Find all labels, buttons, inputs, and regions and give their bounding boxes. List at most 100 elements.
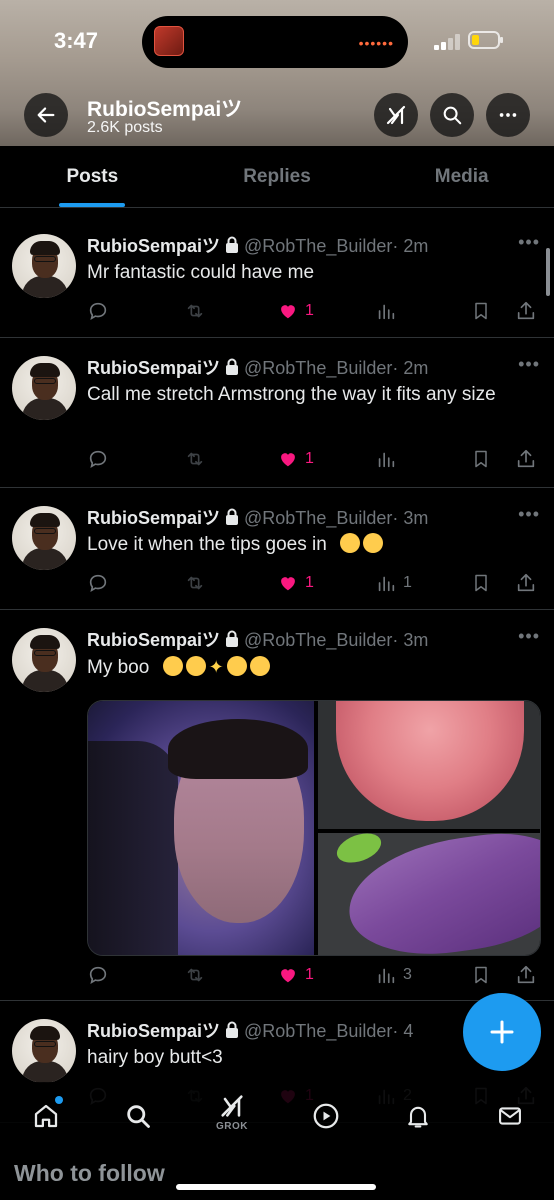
post-text: Mr fantastic could have me: [87, 262, 315, 283]
bottom-nav: GROK: [0, 1082, 554, 1152]
heart-icon: [281, 453, 295, 467]
avatar[interactable]: [12, 506, 76, 570]
bookmark-button[interactable]: [471, 962, 491, 988]
grok-icon: [386, 105, 406, 125]
nav-search[interactable]: [118, 1096, 158, 1136]
nav-messages[interactable]: [490, 1096, 530, 1136]
post[interactable]: RubioSempaiツ @RobThe_Builder· 3m ••• Love…: [0, 488, 554, 610]
search-icon: [127, 1105, 150, 1128]
author-name[interactable]: RubioSempaiツ: [87, 630, 220, 650]
author-handle[interactable]: @RobThe_Builder: [244, 508, 392, 528]
reply-button[interactable]: [87, 446, 109, 472]
audio-indicator: ••••••: [358, 35, 394, 51]
repost-button[interactable]: [183, 962, 207, 988]
lock-icon: [226, 508, 239, 525]
view-count: 1: [403, 574, 412, 591]
author-handle[interactable]: @RobThe_Builder: [244, 236, 392, 256]
post-time: · 3m: [392, 508, 429, 528]
like-count: 1: [305, 302, 314, 319]
author-name[interactable]: RubioSempaiツ: [87, 1021, 220, 1041]
reply-button[interactable]: [87, 298, 109, 324]
weary-face-emoji: [340, 533, 361, 553]
post[interactable]: RubioSempaiツ @RobThe_Builder· 3m ••• My b…: [0, 610, 554, 1001]
home-indicator[interactable]: [176, 1184, 376, 1190]
post-text: Love it when the tips goes in: [87, 534, 327, 555]
reply-icon: [89, 450, 107, 469]
post-more-icon[interactable]: •••: [518, 232, 540, 253]
repost-icon: [187, 576, 203, 590]
lock-icon: [226, 630, 239, 647]
reply-button[interactable]: [87, 962, 109, 988]
repost-icon: [187, 968, 203, 982]
author-handle[interactable]: @RobThe_Builder: [244, 630, 392, 650]
grok-button[interactable]: [374, 93, 418, 137]
bookmark-button[interactable]: [471, 298, 491, 324]
avatar[interactable]: [12, 356, 76, 420]
tab-posts[interactable]: Posts: [0, 146, 185, 207]
tab-replies[interactable]: Replies: [185, 146, 370, 207]
views-button[interactable]: [375, 446, 403, 472]
post-text: Call me stretch Armstrong the way it fit…: [87, 384, 496, 405]
views-button[interactable]: 3: [375, 962, 412, 988]
reply-button[interactable]: [87, 570, 109, 596]
eggplant-emoji-image[interactable]: [318, 824, 540, 955]
repost-button[interactable]: [183, 570, 207, 596]
like-count: 1: [305, 574, 314, 591]
nav-video[interactable]: [306, 1096, 346, 1136]
post-media-grid[interactable]: [87, 700, 541, 956]
heart-icon: [281, 577, 295, 591]
bookmark-button[interactable]: [471, 446, 491, 472]
bookmark-icon: [475, 966, 487, 984]
post-more-icon[interactable]: •••: [518, 354, 540, 375]
bookmark-button[interactable]: [471, 570, 491, 596]
views-icon: [378, 452, 395, 468]
like-button[interactable]: 1: [277, 570, 314, 596]
avatar[interactable]: [12, 1019, 76, 1083]
reply-icon: [89, 966, 107, 985]
status-time: 3:47: [54, 28, 99, 53]
back-button[interactable]: [24, 93, 68, 137]
post-header: RubioSempaiツ @RobThe_Builder· 3m: [87, 626, 428, 652]
heart-icon: [281, 969, 295, 983]
dynamic-island[interactable]: ••••••: [142, 16, 408, 68]
share-button[interactable]: [515, 962, 537, 988]
heart-icon: [281, 305, 295, 319]
post-more-icon[interactable]: •••: [518, 626, 540, 647]
views-button[interactable]: [375, 298, 403, 324]
like-button[interactable]: 1: [277, 962, 314, 988]
nav-home[interactable]: [26, 1096, 66, 1136]
share-button[interactable]: [515, 298, 537, 324]
author-name[interactable]: RubioSempaiツ: [87, 236, 220, 256]
repost-button[interactable]: [183, 446, 207, 472]
post[interactable]: RubioSempaiツ @RobThe_Builder· 2m ••• Call…: [0, 338, 554, 488]
like-button[interactable]: 1: [277, 446, 314, 472]
author-name[interactable]: RubioSempaiツ: [87, 508, 220, 528]
views-button[interactable]: 1: [375, 570, 412, 596]
author-name[interactable]: RubioSempaiツ: [87, 358, 220, 378]
author-handle[interactable]: @RobThe_Builder: [244, 1021, 392, 1041]
post-text: hairy boy butt<3: [87, 1047, 223, 1068]
like-button[interactable]: 1: [277, 298, 314, 324]
kissing-face-emoji: [162, 656, 183, 676]
post-more-icon[interactable]: •••: [518, 504, 540, 525]
search-icon: [443, 106, 462, 125]
profile-tabs: Posts Replies Media: [0, 146, 554, 208]
tongue-emoji-image[interactable]: [318, 701, 540, 829]
share-button[interactable]: [515, 570, 537, 596]
author-handle[interactable]: @RobThe_Builder: [244, 358, 392, 378]
tab-media[interactable]: Media: [369, 146, 554, 207]
share-button[interactable]: [515, 446, 537, 472]
post[interactable]: RubioSempaiツ @RobThe_Builder· 2m ••• Mr f…: [0, 216, 554, 338]
search-button[interactable]: [430, 93, 474, 137]
repost-button[interactable]: [183, 298, 207, 324]
compose-post-button[interactable]: [463, 993, 541, 1071]
post-header: RubioSempaiツ @RobThe_Builder· 2m: [87, 354, 428, 380]
avatar[interactable]: [12, 234, 76, 298]
avatar[interactable]: [12, 628, 76, 692]
selfie-photo[interactable]: [88, 701, 314, 955]
more-button[interactable]: [486, 93, 530, 137]
post-actions: 1: [87, 446, 541, 472]
nav-notifications[interactable]: [398, 1096, 438, 1136]
nav-grok[interactable]: GROK: [212, 1092, 252, 1132]
back-arrow-icon: [37, 107, 55, 123]
